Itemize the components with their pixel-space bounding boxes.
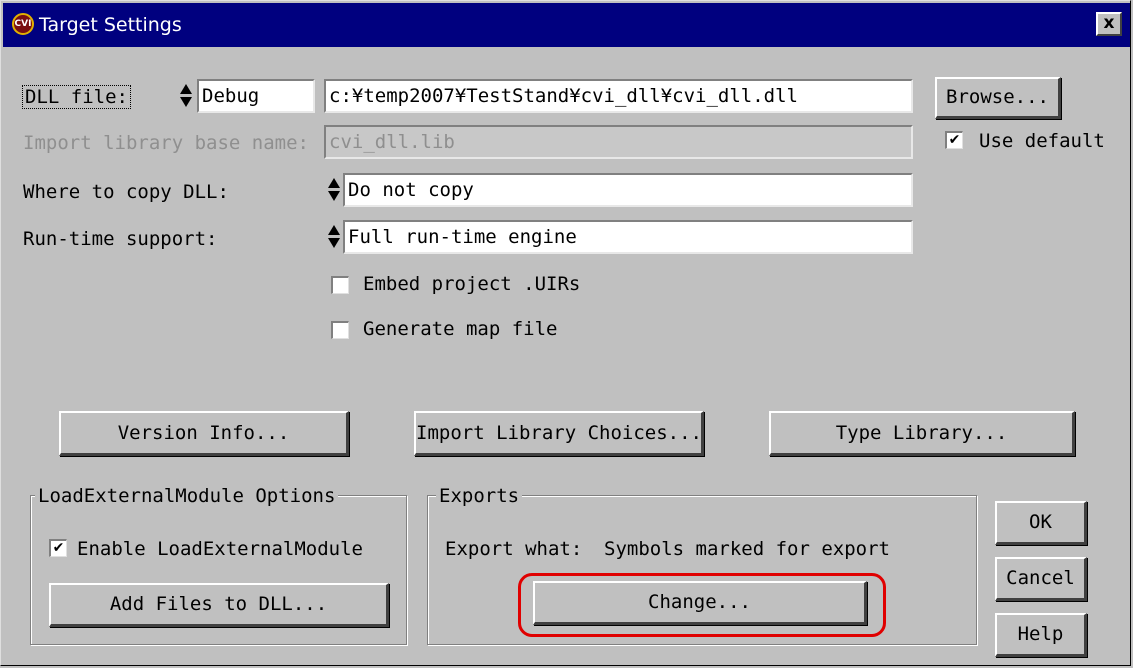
- use-default-checkbox[interactable]: ✔: [945, 131, 963, 149]
- copy-dll-spinner-icon[interactable]: [327, 175, 341, 205]
- cancel-button[interactable]: Cancel: [995, 557, 1087, 601]
- load-external-module-group-title: LoadExternalModule Options: [35, 485, 339, 507]
- add-files-to-dll-button[interactable]: Add Files to DLL...: [49, 583, 389, 627]
- generate-map-label: Generate map file: [363, 318, 558, 340]
- browse-button[interactable]: Browse...: [935, 77, 1061, 119]
- cvi-app-icon: CVI: [12, 13, 34, 35]
- copy-dll-select[interactable]: Do not copy: [343, 173, 913, 207]
- export-what-label: Export what:: [445, 538, 583, 560]
- window-title: Target Settings: [39, 14, 182, 36]
- title-bar[interactable]: CVI Target Settings x: [3, 3, 1130, 47]
- embed-uirs-label: Embed project .UIRs: [363, 273, 581, 295]
- dll-config-spinner-icon[interactable]: [179, 81, 193, 111]
- dll-file-label: DLL file:: [22, 85, 131, 109]
- runtime-support-select[interactable]: Full run-time engine: [343, 220, 913, 254]
- dll-config-field[interactable]: Debug: [197, 79, 315, 113]
- help-button[interactable]: Help: [995, 613, 1087, 657]
- import-library-choices-button[interactable]: Import Library Choices...: [414, 411, 704, 456]
- enable-load-external-label: Enable LoadExternalModule: [77, 538, 363, 560]
- use-default-label: Use default: [979, 130, 1105, 152]
- runtime-support-label: Run-time support:: [23, 228, 218, 250]
- copy-dll-label: Where to copy DLL:: [23, 181, 229, 203]
- enable-load-external-checkbox[interactable]: ✔: [49, 539, 67, 557]
- runtime-support-spinner-icon[interactable]: [327, 222, 341, 252]
- generate-map-checkbox[interactable]: [331, 321, 349, 339]
- export-what-value: Symbols marked for export: [604, 538, 890, 560]
- exports-group-title: Exports: [436, 485, 523, 507]
- ok-button[interactable]: OK: [995, 501, 1087, 545]
- import-library-label: Import library base name:: [23, 132, 309, 154]
- embed-uirs-checkbox[interactable]: [331, 276, 349, 294]
- import-library-input: cvi_dll.lib: [324, 125, 913, 159]
- version-info-button[interactable]: Version Info...: [59, 411, 349, 456]
- close-button[interactable]: x: [1096, 12, 1122, 36]
- target-settings-dialog: CVI Target Settings x DLL file: Debug c:…: [0, 0, 1131, 666]
- change-button[interactable]: Change...: [533, 581, 867, 625]
- type-library-button[interactable]: Type Library...: [769, 411, 1075, 456]
- dll-path-input[interactable]: c:¥temp2007¥TestStand¥cvi_dll¥cvi_dll.dl…: [324, 79, 913, 113]
